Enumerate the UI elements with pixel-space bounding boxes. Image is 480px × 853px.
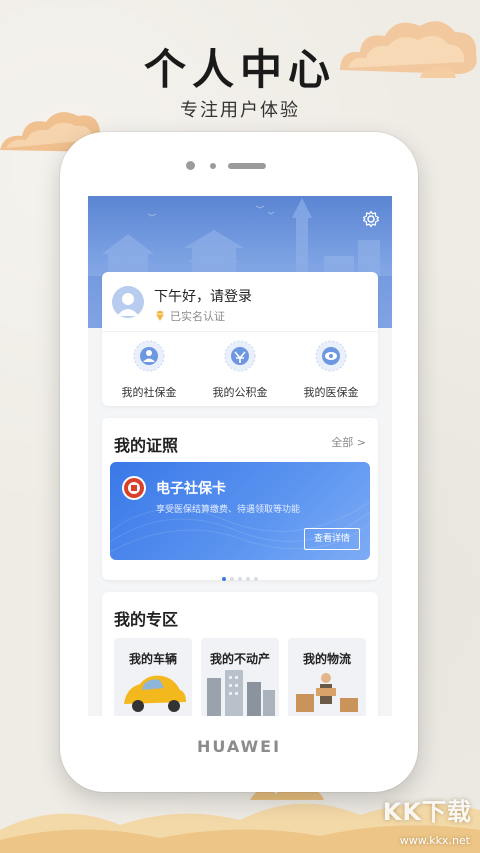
quick-action-social-security[interactable]: 我的社保金: [104, 338, 194, 400]
zone-item-vehicle[interactable]: 我的车辆: [114, 638, 192, 716]
carousel-dot[interactable]: [254, 577, 258, 581]
my-zone-card: 我的专区 我的车辆 我的不动产 我的物流: [102, 592, 378, 716]
view-details-button[interactable]: 查看详情: [304, 528, 360, 550]
carousel-dot[interactable]: [238, 577, 242, 581]
yellow-car-icon: [124, 675, 186, 712]
zone-item-property[interactable]: 我的不动产: [201, 638, 279, 716]
watermark-logo: KK下载: [382, 798, 472, 826]
user-silhouette-icon: [117, 293, 139, 316]
auth-status: 已实名认证: [154, 308, 225, 324]
zone-item-logistics[interactable]: 我的物流: [288, 638, 366, 716]
view-all-link[interactable]: 全部 >: [331, 434, 366, 450]
carousel-dot[interactable]: [222, 577, 226, 581]
social-security-logo-icon: [122, 476, 146, 500]
phone-frame: 下午好，请登录 已实名认证 我的社保金 我的公积金 我的医保金 我的证照 全部 …: [60, 132, 418, 792]
sensor-dot: [210, 163, 216, 169]
buildings-icon: [207, 670, 275, 716]
certificates-title: 我的证照: [114, 436, 179, 455]
login-prompt[interactable]: 下午好，请登录: [154, 286, 252, 306]
card-title: 电子社保卡: [156, 481, 226, 497]
carousel-dot[interactable]: [246, 577, 250, 581]
quick-action-housing-fund[interactable]: 我的公积金: [195, 338, 285, 400]
zone-title: 我的专区: [114, 610, 179, 629]
promo-subtitle: 专注用户体验: [180, 100, 300, 121]
quick-action-medical-insurance[interactable]: 我的医保金: [286, 338, 376, 400]
quick-action-label: 我的社保金: [121, 386, 177, 399]
quick-action-label: 我的医保金: [303, 386, 359, 399]
promo-title: 个人中心: [143, 45, 336, 94]
certificates-card: 我的证照 全部 > 电子社保卡 享受医保结算缴费、待遇领取等功能 查看详情: [102, 418, 378, 581]
avatar[interactable]: [112, 286, 144, 318]
camera-dot: [186, 161, 195, 170]
verified-diamond-icon: [156, 311, 164, 321]
device-brand: HUAWEI: [196, 737, 282, 756]
social-security-card[interactable]: 电子社保卡 享受医保结算缴费、待遇领取等功能 查看详情: [110, 462, 370, 560]
settings-gear-icon[interactable]: [362, 210, 380, 228]
quick-action-label: 我的公积金: [212, 386, 268, 399]
divider: [102, 331, 378, 332]
delivery-person-icon: [296, 673, 358, 712]
earpiece-speaker: [228, 163, 266, 169]
carousel-dot[interactable]: [230, 577, 234, 581]
social-security-icon: [133, 340, 165, 372]
carousel-pagination: [102, 566, 378, 585]
medical-insurance-icon: [315, 340, 347, 372]
app-screen: 下午好，请登录 已实名认证 我的社保金 我的公积金 我的医保金 我的证照 全部 …: [88, 196, 392, 716]
login-card: 下午好，请登录 已实名认证 我的社保金 我的公积金 我的医保金: [102, 272, 378, 406]
housing-fund-icon: [224, 340, 256, 372]
watermark-url: www.kkx.net: [399, 834, 470, 847]
auth-status-label: 已实名认证: [170, 310, 225, 323]
card-description: 享受医保结算缴费、待遇领取等功能: [156, 505, 301, 515]
